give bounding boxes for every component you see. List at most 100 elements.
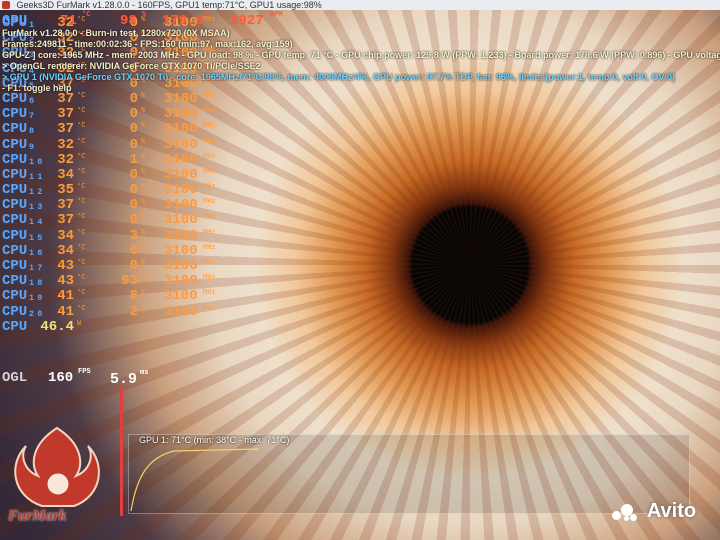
- cpu-load-unit: %: [141, 122, 146, 131]
- cpu-load: 0: [129, 121, 138, 138]
- avito-watermark: Avito: [612, 500, 696, 523]
- cpu-freq: 3100: [164, 227, 198, 244]
- cpu-freq: 3100: [164, 242, 198, 259]
- cpu-temp: 43: [57, 258, 74, 274]
- cpu-freq-unit: MHz: [203, 137, 216, 146]
- cpu-freq-unit: MHz: [203, 122, 216, 131]
- cpu-load: 0: [129, 136, 138, 153]
- cpu-load: 93: [121, 273, 138, 290]
- cpu-freq-unit: MHz: [203, 198, 216, 207]
- cpu-total-value: 46.4: [40, 318, 74, 335]
- cpu-freq: 3100: [164, 182, 198, 199]
- cpu-temp-unit: °C: [77, 198, 86, 207]
- cpu-load: 0: [129, 182, 138, 199]
- cpu-load-unit: %: [141, 213, 146, 222]
- cpu-load: 0: [129, 242, 138, 259]
- cpu-load: 3: [129, 227, 138, 244]
- cpu-freq-unit: MHz: [203, 183, 216, 192]
- gpu-summary-load: 98: [120, 13, 137, 29]
- cpu-load-unit: %: [141, 167, 146, 176]
- gpu-temp-graph-plot: [130, 448, 260, 512]
- overlay-line-help: - F1: toggle help: [2, 83, 72, 93]
- overlay-line-frames: Frames:249811 - time:00:02:36 - FPS:160 …: [2, 39, 293, 49]
- cpu-temp: 32: [57, 151, 74, 168]
- cpu-freq: 3100: [164, 166, 198, 183]
- cpu-temp-unit: °C: [77, 152, 86, 161]
- cpu-temp: 35: [57, 182, 74, 199]
- cpu-load: 0: [129, 258, 138, 274]
- window-title: Geeks3D FurMark v1.28.0.0 - 160FPS, GPU1…: [16, 0, 322, 10]
- cpu-freq: 3100: [164, 197, 198, 214]
- cpu-load-unit: %: [141, 183, 146, 192]
- cpu-load-unit: %: [141, 228, 146, 237]
- cpu-freq-unit: MHz: [203, 243, 216, 252]
- cpu-load: 0: [129, 197, 138, 214]
- cpu-freq-unit: MHz: [203, 274, 216, 283]
- cpu-temp: 43: [57, 273, 74, 290]
- cpu-load: 0: [129, 90, 138, 107]
- cpu-freq: 3100: [164, 136, 198, 153]
- cpu-freq: 3100: [164, 303, 198, 320]
- cpu-temp-unit: °C: [77, 213, 86, 222]
- cpu-temp: 41: [57, 303, 74, 320]
- cpu-load-unit: %: [141, 304, 146, 313]
- cpu-load-unit: %: [141, 289, 146, 298]
- avito-dots-icon: [612, 502, 638, 522]
- ogl-frametime-value: 5.9: [110, 371, 138, 388]
- overlay-line-gpu1: > GPU 1 (NVIDIA GeForce GTX 1070 Ti) - c…: [2, 72, 675, 82]
- cpu-temp: 37: [57, 212, 74, 229]
- gpu-summary-power-unit: W: [206, 11, 211, 19]
- cpu-temp-unit: °C: [77, 243, 86, 252]
- gpu-temp-graph: GPU 1: 71°C (min: 38°C - max: 71°C): [128, 434, 690, 514]
- furmark-info-overlay: FurMark v1.28.0.0 - Burn-in test, 1280x7…: [2, 28, 720, 94]
- cpu-freq: 3100: [164, 212, 198, 229]
- cpu-temp: 34: [57, 242, 74, 259]
- gpu-summary-fan-unit: RPM: [270, 11, 283, 19]
- cpu-freq-unit: MHz: [203, 289, 216, 298]
- cpu-temp: 34: [57, 227, 74, 244]
- cpu-temp: 32: [57, 136, 74, 153]
- cpu-total-name: CPU: [2, 318, 28, 335]
- cpu-temp-unit: °C: [77, 228, 86, 237]
- cpu-load-unit: %: [141, 198, 146, 207]
- gpu-summary-fan: 2927: [230, 13, 264, 29]
- cpu-temp-unit: °C: [77, 122, 86, 131]
- cpu-load-unit: %: [141, 152, 146, 161]
- cpu-freq-unit: MHz: [203, 107, 216, 116]
- cpu-freq-unit: MHz: [203, 228, 216, 237]
- cpu-temp: 37: [57, 90, 74, 107]
- frametime-graph-bar: [120, 388, 123, 516]
- cpu-freq-unit: MHz: [203, 167, 216, 176]
- cpu-temp-unit: °C: [77, 259, 86, 267]
- cpu-temp: 37: [57, 121, 74, 138]
- gpu-summary-temp-unit: °C: [82, 11, 91, 19]
- cpu-total-unit: W: [77, 319, 82, 328]
- cpu-freq: 3100: [164, 121, 198, 138]
- gpu-summary-load-unit: %: [142, 11, 147, 19]
- cpu-load: 0: [129, 106, 138, 123]
- avito-watermark-text: Avito: [646, 500, 697, 522]
- cpu-load: 8: [129, 288, 138, 305]
- cpu-temp-unit: °C: [77, 274, 86, 283]
- furmark-logo: FurMark: [2, 424, 112, 528]
- cpu-load: 2: [129, 303, 138, 320]
- cpu-freq: 3100: [164, 106, 198, 123]
- cpu-load-unit: %: [141, 243, 146, 252]
- cpu-temp: 41: [57, 288, 74, 305]
- cpu-temp-unit: °C: [77, 183, 86, 192]
- ogl-frametime-unit: ms: [140, 369, 149, 377]
- cpu-freq: 3100: [164, 151, 198, 168]
- cpu-load-unit: %: [141, 259, 146, 267]
- overlay-line-gpuz: GPU-Z ] core: 1965 MHz - mem: 2003 MHz -…: [2, 50, 720, 60]
- gpu-summary-label: GPU: [2, 13, 28, 29]
- cpu-load-unit: %: [141, 107, 146, 116]
- cpu-freq-unit: MHz: [203, 152, 216, 161]
- ogl-fps-unit: FPS: [78, 368, 91, 376]
- cpu-freq-unit: MHz: [203, 304, 216, 313]
- cpu-freq: 3100: [164, 288, 198, 305]
- cpu-temp-unit: °C: [77, 289, 86, 298]
- cpu-freq-unit: MHz: [203, 213, 216, 222]
- cpu-load-unit: %: [141, 274, 146, 283]
- cpu-temp: 34: [57, 166, 74, 183]
- furmark-flame-icon: [14, 426, 100, 507]
